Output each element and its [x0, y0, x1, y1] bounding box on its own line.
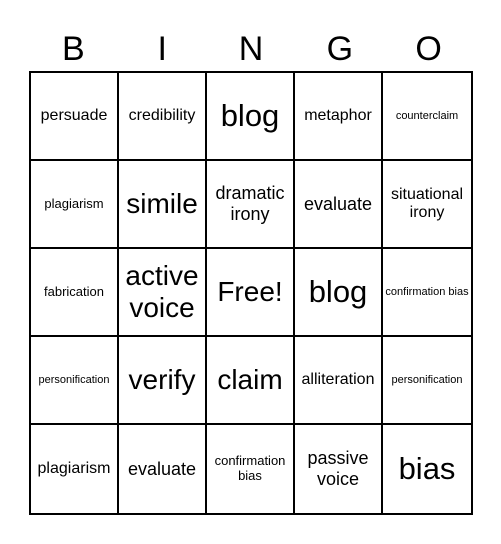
bingo-cell[interactable]: personification — [383, 337, 471, 425]
bingo-grid: persuade credibility blog metaphor countercl… — [29, 71, 473, 515]
bingo-cell[interactable]: claim — [207, 337, 295, 425]
bingo-cell[interactable]: plagiarism — [31, 161, 119, 249]
bingo-cell[interactable]: fabrication — [31, 249, 119, 337]
header-letter-i: I — [157, 30, 167, 68]
bingo-cell[interactable]: verify — [119, 337, 207, 425]
free-space-cell[interactable]: Free! — [207, 249, 295, 337]
bingo-cell[interactable]: bias — [383, 425, 471, 513]
bingo-cell[interactable]: active voice — [119, 249, 207, 337]
bingo-cell[interactable]: persuade — [31, 73, 119, 161]
bingo-cell[interactable]: evaluate — [119, 425, 207, 513]
bingo-cell[interactable]: counterclaim — [383, 73, 471, 161]
bingo-cell[interactable]: dramatic irony — [207, 161, 295, 249]
header-letter-n: N — [238, 30, 264, 68]
header-letter-g: G — [326, 30, 354, 68]
bingo-cell[interactable]: situational irony — [383, 161, 471, 249]
bingo-cell[interactable]: confirmation bias — [207, 425, 295, 513]
bingo-cell[interactable]: confirmation bias — [383, 249, 471, 337]
header-letter-b: B — [62, 30, 85, 68]
header-letter-o: O — [415, 30, 442, 68]
bingo-cell[interactable]: blog — [207, 73, 295, 161]
bingo-cell[interactable]: plagiarism — [31, 425, 119, 513]
bingo-cell[interactable]: credibility — [119, 73, 207, 161]
bingo-cell[interactable]: evaluate — [295, 161, 383, 249]
bingo-cell[interactable]: passive voice — [295, 425, 383, 513]
bingo-cell[interactable]: blog — [295, 249, 383, 337]
bingo-cell[interactable]: simile — [119, 161, 207, 249]
bingo-cell[interactable]: alliteration — [295, 337, 383, 425]
bingo-header: B I N G O — [29, 28, 473, 70]
bingo-cell[interactable]: personification — [31, 337, 119, 425]
bingo-cell[interactable]: metaphor — [295, 73, 383, 161]
